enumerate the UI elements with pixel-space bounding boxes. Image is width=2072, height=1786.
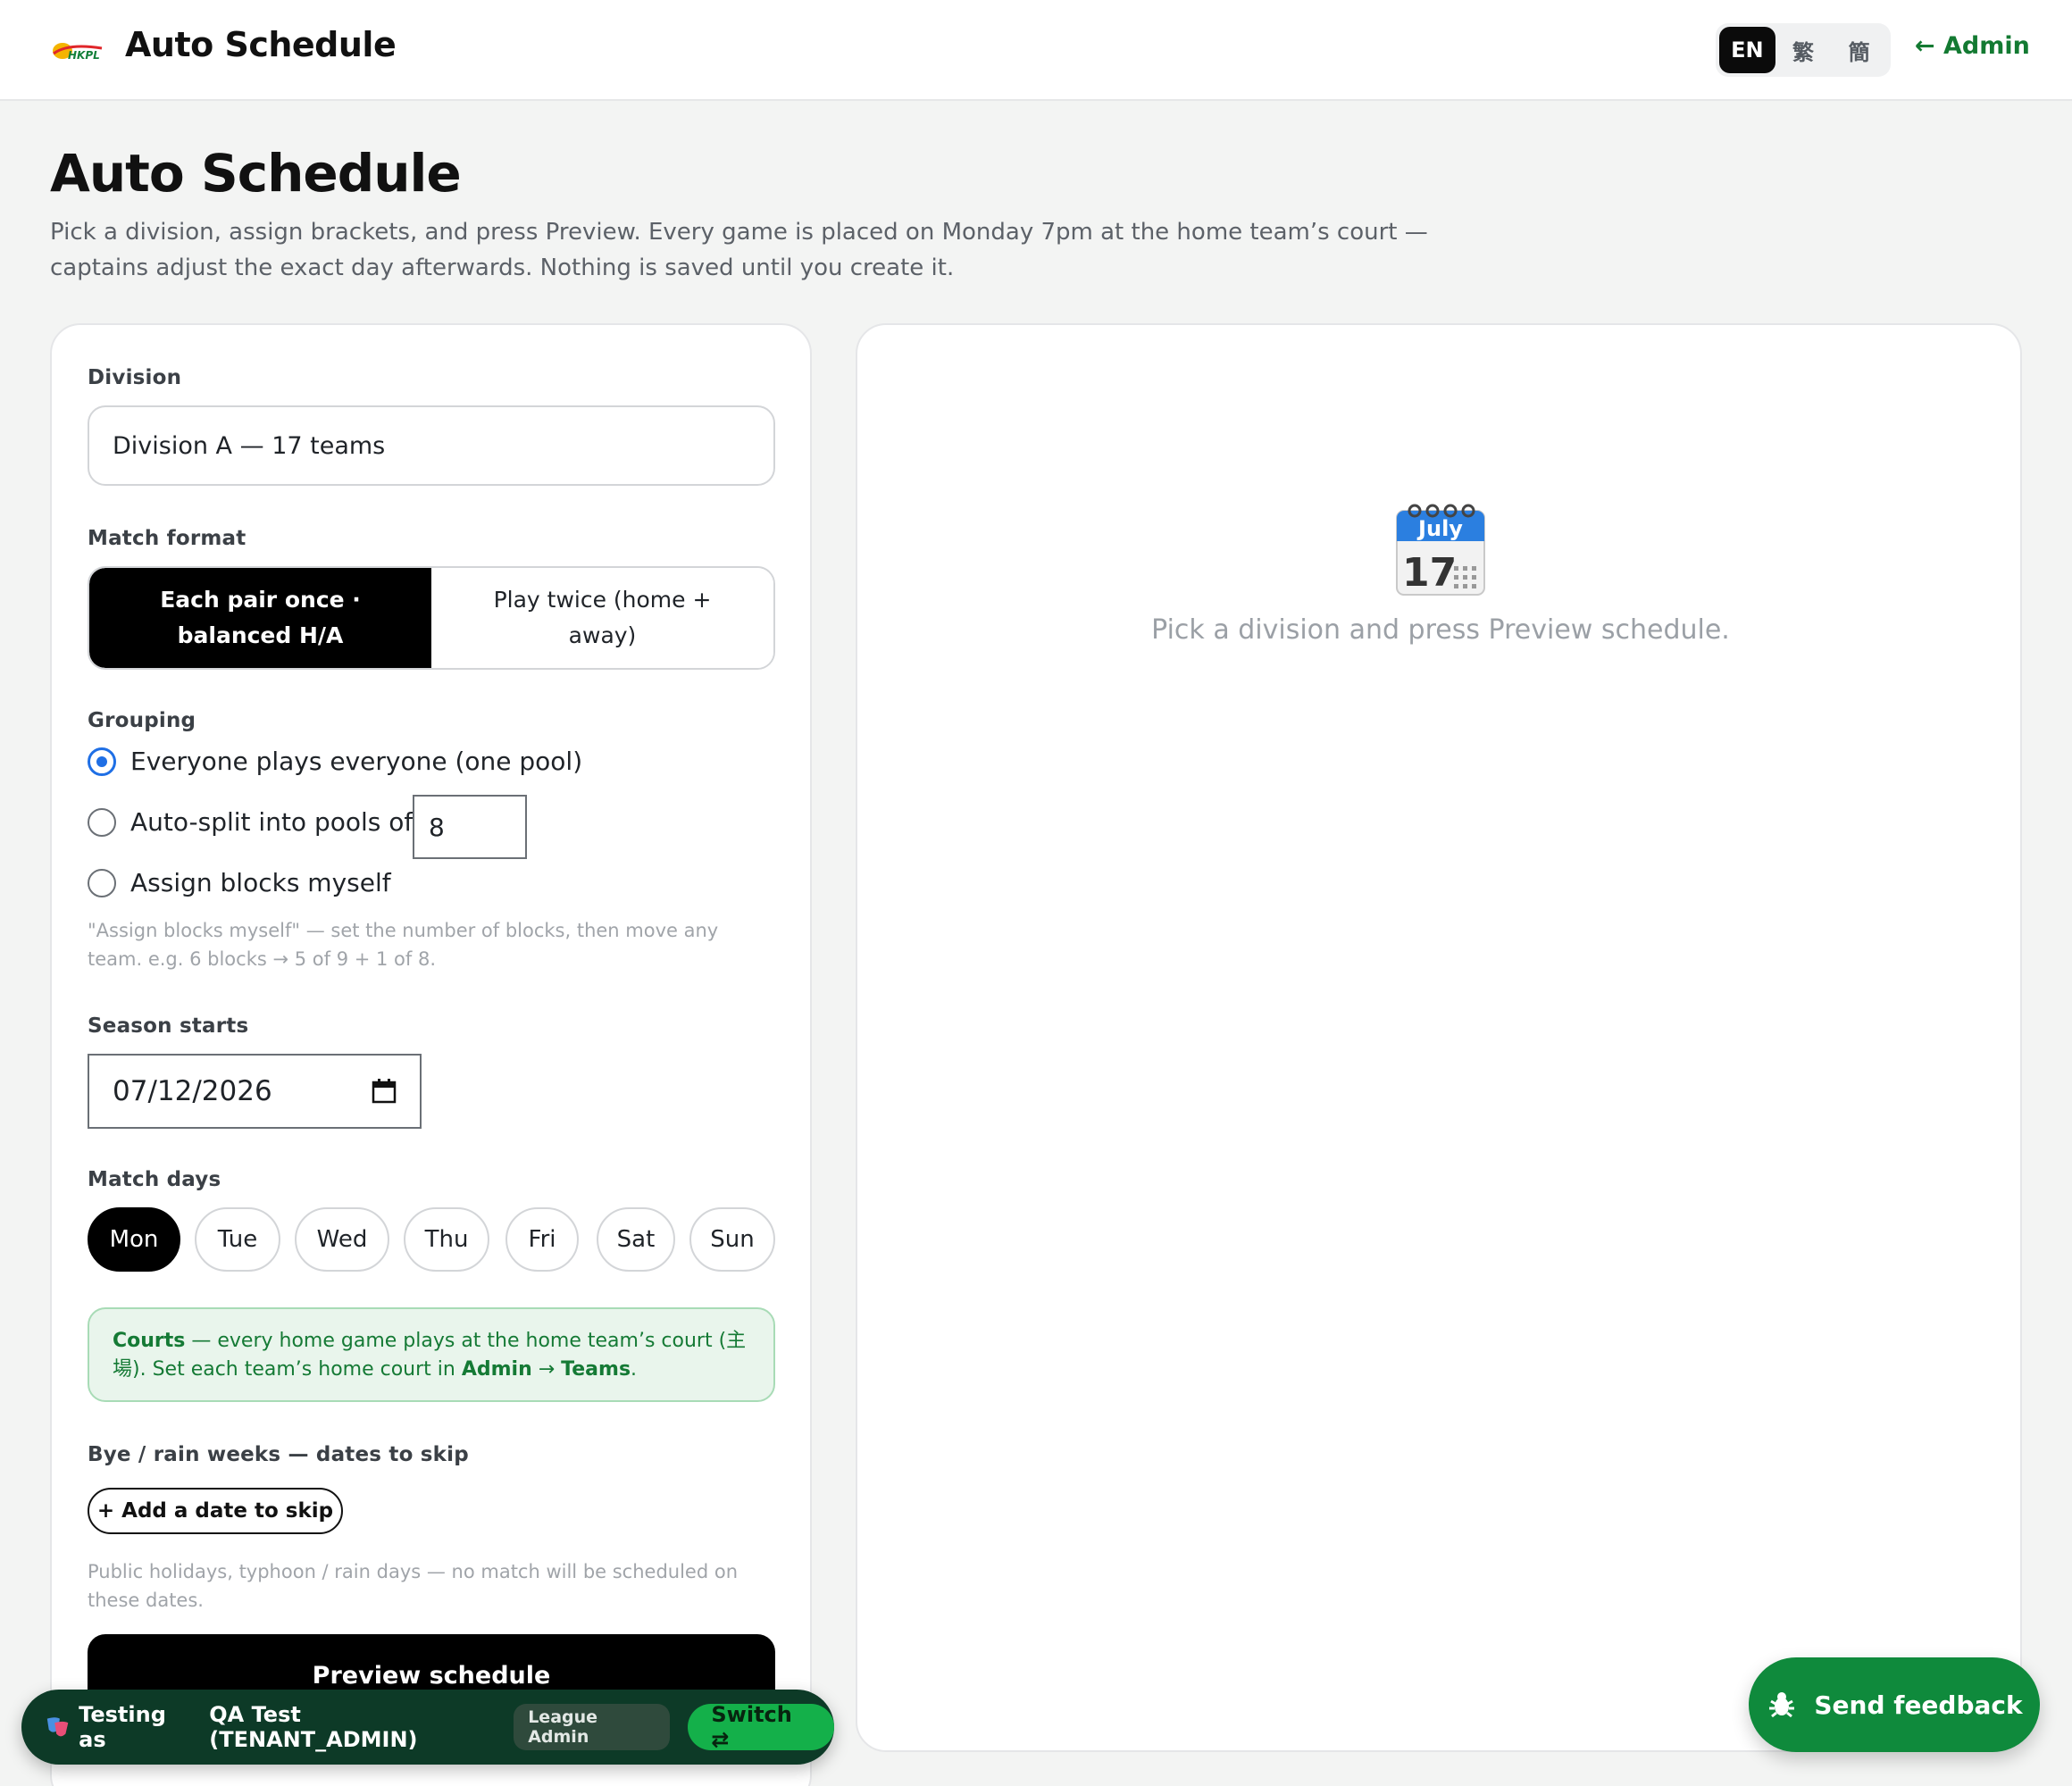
match-days-picker: Mon Tue Wed Thu Fri Sat Sun [88, 1207, 775, 1272]
lang-traditional-chinese-button[interactable]: 繁 [1775, 27, 1832, 73]
arrow-text: → [531, 1358, 562, 1381]
radio-unchecked-icon[interactable] [88, 868, 116, 897]
skip-dates-hint: Public holidays, typhoon / rain days — n… [88, 1561, 739, 1611]
schedule-preview-panel: July 17 Pick a division and press Previe… [856, 323, 2022, 1752]
day-wed-toggle[interactable]: Wed [295, 1207, 389, 1272]
season-starts-label: Season starts [88, 1014, 249, 1038]
day-mon-toggle[interactable]: Mon [88, 1207, 180, 1272]
add-skip-date-button[interactable]: + Add a date to skip [88, 1488, 343, 1534]
season-start-date-input[interactable]: 07/12/2026 [88, 1054, 422, 1129]
period-text: . [631, 1358, 638, 1381]
pool-size-input[interactable] [413, 795, 527, 859]
app-title: Auto Schedule [125, 25, 397, 64]
match-days-label: Match days [88, 1168, 221, 1191]
bug-icon [1769, 1692, 1795, 1718]
match-format-toggle: Each pair once · balanced H/A Play twice… [88, 566, 775, 670]
match-format-label: Match format [88, 527, 246, 550]
radio-unchecked-icon[interactable] [88, 807, 116, 837]
courts-note-text: — every home game plays at the home team… [113, 1330, 747, 1381]
page-title: Auto Schedule [50, 143, 462, 204]
division-label: Division [88, 366, 182, 389]
switch-user-button[interactable]: Switch ⇄ [688, 1702, 834, 1752]
calendar-icon[interactable] [372, 1079, 397, 1104]
theater-mask-icon [46, 1717, 69, 1737]
day-tue-toggle[interactable]: Tue [195, 1207, 280, 1272]
teams-link[interactable]: Teams [561, 1358, 631, 1381]
season-start-date-value: 07/12/2026 [113, 1075, 272, 1107]
grouping-option-assign-blocks[interactable]: Assign blocks myself [88, 868, 391, 897]
logo-text: HKPL [68, 49, 100, 62]
courts-info-note: Courts — every home game plays at the ho… [88, 1307, 775, 1402]
skip-dates-label: Bye / rain weeks — dates to skip [88, 1443, 469, 1466]
grouping-hint: "Assign blocks myself" — set the number … [88, 920, 719, 970]
calendar-month: July [1416, 516, 1463, 541]
testing-as-bar: Testing as QA Test (TENANT_ADMIN) League… [21, 1690, 834, 1765]
hkpl-logo[interactable]: HKPL [50, 36, 105, 64]
calendar-day: 17 [1402, 550, 1457, 596]
testing-as-label: Testing as [79, 1702, 166, 1752]
admin-link[interactable]: Admin [462, 1358, 532, 1381]
division-select[interactable]: Division A — 17 teams [88, 405, 775, 486]
format-each-pair-once-button[interactable]: Each pair once · balanced H/A [89, 568, 431, 668]
testing-user-name: QA Test (TENANT_ADMIN) [209, 1702, 418, 1752]
back-to-admin-link[interactable]: ← Admin [1915, 32, 2030, 60]
page-description: Pick a division, assign brackets, and pr… [50, 219, 1428, 281]
lang-en-button[interactable]: EN [1719, 27, 1775, 73]
grouping-option-label: Assign blocks myself [130, 868, 391, 897]
grouping-option-auto-split[interactable]: Auto-split into pools of [88, 807, 413, 837]
role-badge: League Admin [514, 1704, 671, 1750]
lang-simplified-chinese-button[interactable]: 簡 [1831, 27, 1887, 73]
empty-state-text: Pick a division and press Preview schedu… [1151, 614, 1730, 646]
courts-note-title: Courts [113, 1330, 186, 1352]
top-bar: HKPL Auto Schedule EN 繁 簡 ← Admin [0, 0, 2072, 101]
schedule-config-card: Division Division A — 17 teams Match for… [50, 323, 812, 1786]
language-switcher: EN 繁 簡 [1716, 23, 1891, 77]
day-sun-toggle[interactable]: Sun [689, 1207, 775, 1272]
day-fri-toggle[interactable]: Fri [505, 1207, 579, 1272]
send-feedback-label: Send feedback [1814, 1690, 2023, 1720]
day-thu-toggle[interactable]: Thu [404, 1207, 489, 1272]
radio-checked-icon[interactable] [88, 747, 116, 776]
calendar-icon: July 17 [1396, 504, 1485, 596]
format-play-twice-button[interactable]: Play twice (home + away) [431, 568, 773, 668]
send-feedback-button[interactable]: Send feedback [1749, 1657, 2040, 1752]
grouping-label: Grouping [88, 709, 196, 732]
grouping-option-label: Auto-split into pools of [130, 807, 414, 837]
grouping-option-one-pool[interactable]: Everyone plays everyone (one pool) [88, 747, 582, 776]
day-sat-toggle[interactable]: Sat [597, 1207, 675, 1272]
grouping-option-label: Everyone plays everyone (one pool) [130, 747, 583, 776]
